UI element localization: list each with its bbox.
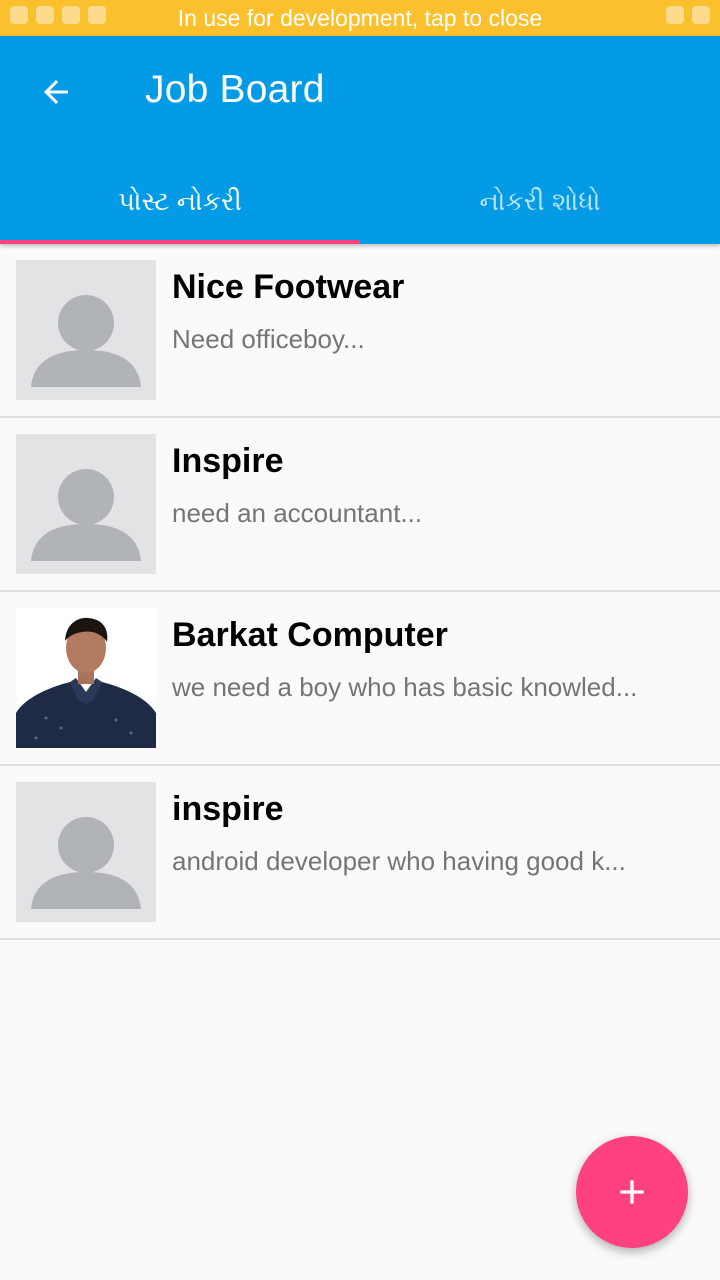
profile-photo <box>16 608 156 748</box>
tab-bar: પોસ્ટ નોકરી નોકરી શોધો <box>0 160 720 244</box>
avatar <box>16 782 156 922</box>
tab-label: પોસ્ટ નોકરી <box>118 186 242 216</box>
job-description: need an accountant... <box>172 498 423 528</box>
list-item[interactable]: Nice Footwear Need officeboy... <box>0 244 720 418</box>
status-icons-right <box>666 6 710 24</box>
job-description: android developer who having good k... <box>172 846 626 876</box>
tab-post-job[interactable]: પોસ્ટ નોકરી <box>0 160 360 244</box>
job-title: Barkat Computer <box>172 616 448 654</box>
placeholder-person-icon <box>31 817 141 909</box>
tab-label: નોકરી શોધો <box>479 186 601 216</box>
plus-icon <box>620 1180 644 1204</box>
add-job-button[interactable] <box>576 1136 688 1248</box>
page-title: Job Board <box>145 68 325 111</box>
tab-find-job[interactable]: નોકરી શોધો <box>360 160 720 244</box>
avatar <box>16 434 156 574</box>
job-title: Inspire <box>172 442 284 480</box>
job-description: Need officeboy... <box>172 324 365 354</box>
job-list: Nice Footwear Need officeboy... Inspire … <box>0 244 720 940</box>
job-title: inspire <box>172 790 284 828</box>
placeholder-person-icon <box>31 469 141 561</box>
arrow-left-icon <box>44 80 68 104</box>
app-bar: Job Board પોસ્ટ નોકરી નોકરી શોધો <box>0 36 720 244</box>
job-description: we need a boy who has basic knowled... <box>172 672 638 702</box>
avatar <box>16 608 156 748</box>
status-icons-left <box>10 6 106 24</box>
placeholder-person-icon <box>31 295 141 387</box>
back-button[interactable] <box>28 64 84 120</box>
status-bar-text: In use for development, tap to close <box>177 4 543 31</box>
list-item[interactable]: Barkat Computer we need a boy who has ba… <box>0 592 720 766</box>
list-item[interactable]: Inspire need an accountant... <box>0 418 720 592</box>
tab-indicator <box>0 240 360 244</box>
avatar <box>16 260 156 400</box>
job-title: Nice Footwear <box>172 268 405 306</box>
status-bar[interactable]: In use for development, tap to close <box>0 0 720 36</box>
list-item[interactable]: inspire android developer who having goo… <box>0 766 720 940</box>
